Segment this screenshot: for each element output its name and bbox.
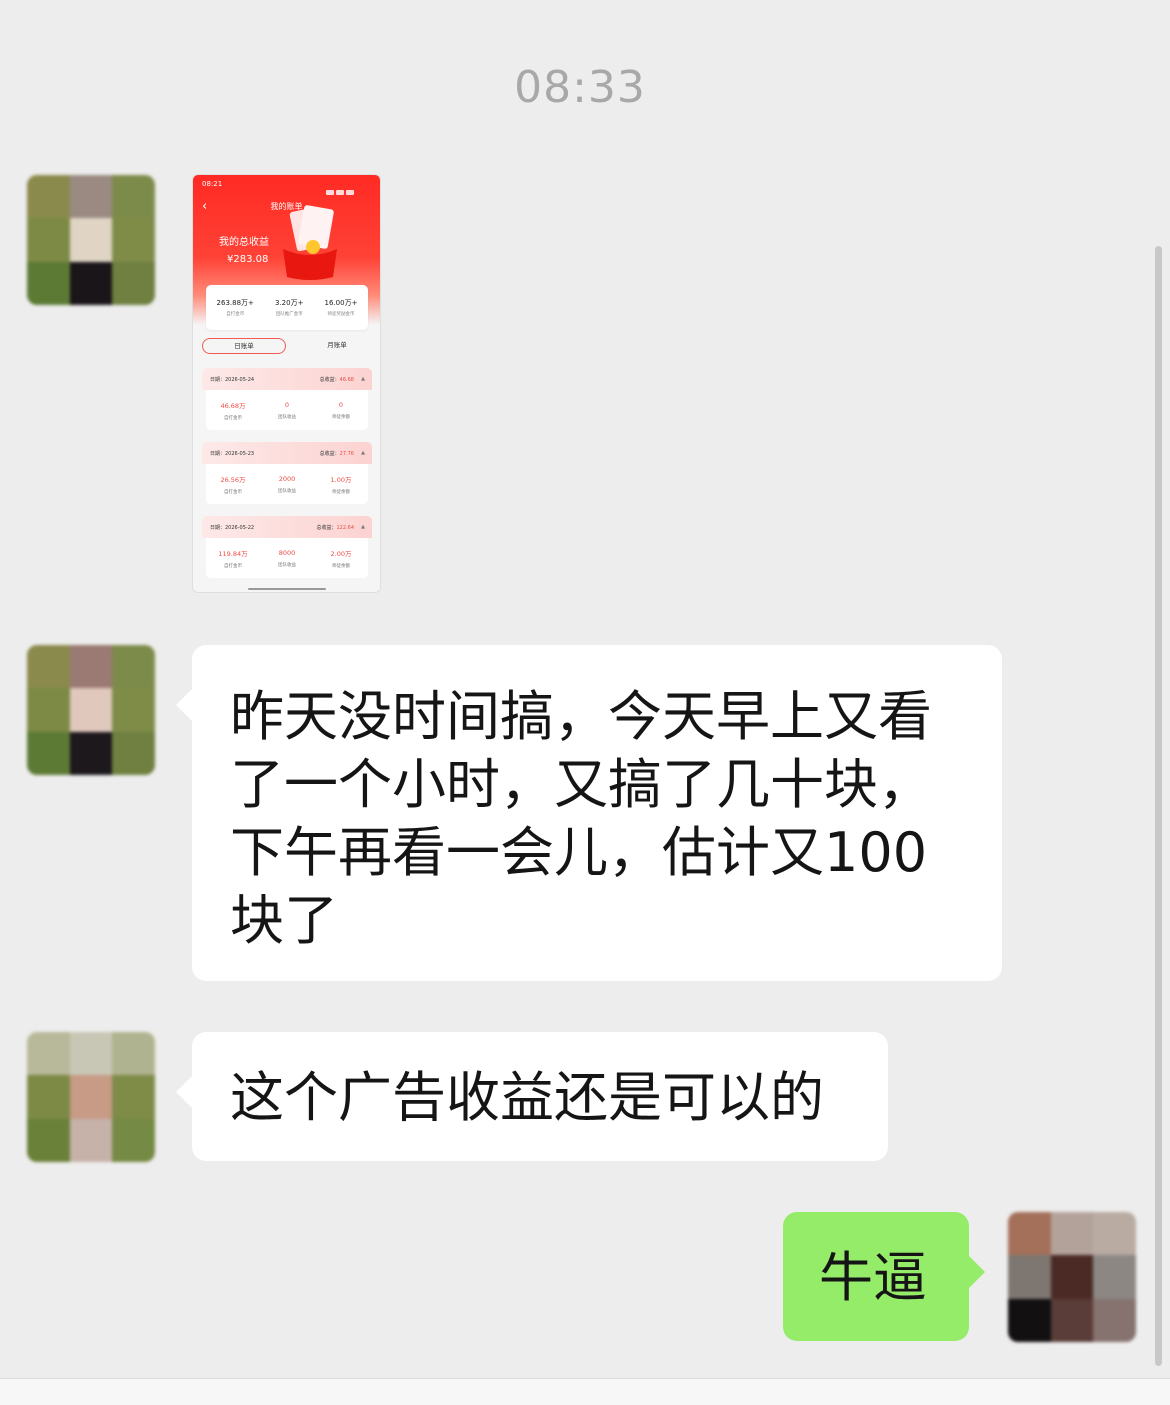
entry-total: 122.64: [336, 525, 355, 531]
cell-label: 师徒余额: [331, 489, 350, 495]
contact-avatar[interactable]: [27, 175, 155, 305]
screenshot-status-time: 08:21: [202, 180, 223, 188]
cell-label: 团队收益: [277, 414, 296, 420]
collapse-icon: ▲: [361, 376, 365, 382]
entry-total-label: 总收益：: [319, 377, 340, 383]
stat-value: 3.20万+: [275, 299, 304, 307]
shared-screenshot-image[interactable]: 08:21 ‹ 我的账单 我的总收益 ¥283.08 263.88万+ 自打金币 …: [192, 174, 381, 593]
red-envelope-money-icon: [283, 205, 337, 280]
my-avatar[interactable]: [1008, 1212, 1136, 1342]
cell-value: 2.00万: [330, 549, 352, 558]
cell-label: 自打金币: [223, 489, 242, 495]
cell-label: 师徒余额: [331, 414, 350, 420]
message-text: 牛逼: [819, 1246, 927, 1309]
cell-label: 自打金币: [223, 563, 242, 569]
message-line: 昨天没时间搞，今天早上又看: [230, 685, 932, 748]
stat-label: 自打金币: [226, 312, 245, 317]
daily-entry-card: 日期：2026-05-24 总收益：46.68 ▲ 46.68万 自打金币 0 团队收益…: [202, 368, 372, 434]
screenshot-stats-card: 263.88万+ 自打金币 3.20万+ 团队推广金币 16.00万+ 师徒奖励金币: [206, 285, 368, 330]
screenshot-tabs: 日账单 月账单: [202, 338, 372, 354]
screenshot-earnings-value: ¥283.08: [227, 254, 269, 265]
screenshot-home-indicator: [248, 588, 326, 590]
cell-label: 团队收益: [277, 562, 296, 568]
contact-avatar[interactable]: [27, 1032, 155, 1162]
screenshot-status-icons: [324, 180, 370, 195]
entry-total-label: 总收益：: [316, 525, 337, 531]
cell-label: 团队收益: [277, 488, 296, 494]
my-message-bubble[interactable]: 牛逼: [783, 1212, 985, 1341]
message-line: 块了: [230, 889, 338, 952]
cell-value: 8000: [278, 548, 296, 557]
screenshot-earnings-label: 我的总收益: [219, 237, 269, 248]
cell-value: 0: [338, 400, 344, 409]
message-timestamp: 08:33: [514, 62, 646, 113]
entry-date: 日期：2026-05-22: [210, 525, 255, 531]
contact-avatar[interactable]: [27, 645, 155, 775]
cell-value: 2000: [278, 474, 296, 483]
daily-entry-card: 日期：2026-05-22 总收益：122.64 ▲ 119.84万 自打金币 800…: [202, 516, 372, 582]
daily-entry-card: 日期：2026-05-23 总收益：27.76 ▲ 26.56万 自打金币 2000 团…: [202, 442, 372, 508]
cell-label: 自打金币: [223, 415, 242, 421]
collapse-icon: ▲: [361, 524, 365, 530]
stat-value: 263.88万+: [216, 299, 254, 307]
entry-date: 日期：2026-05-24: [210, 377, 255, 383]
message-line: 了一个小时，又搞了几十块，: [230, 753, 932, 816]
stat-value: 16.00万+: [324, 299, 358, 307]
entry-total: 27.76: [339, 451, 354, 457]
tab-monthly: 月账单: [327, 341, 347, 349]
entry-date: 日期：2026-05-23: [210, 451, 255, 457]
stat-label: 团队推广金币: [275, 312, 303, 317]
message-bubble[interactable]: 这个广告收益还是可以的: [176, 1032, 888, 1161]
cell-value: 1.00万: [330, 475, 352, 484]
cell-value: 0: [284, 400, 290, 409]
cell-value: 46.68万: [220, 401, 246, 410]
tab-daily: 日账单: [202, 338, 286, 354]
cell-value: 26.56万: [220, 475, 246, 484]
input-bar-edge: [0, 1378, 1170, 1405]
chat-scrollbar[interactable]: [1155, 246, 1162, 1366]
cell-label: 师徒余额: [331, 563, 350, 569]
entry-total: 46.68: [339, 377, 354, 383]
entry-total-label: 总收益：: [319, 451, 340, 457]
message-bubble[interactable]: 昨天没时间搞，今天早上又看 了一个小时，又搞了几十块， 下午再看一会儿，估计又1…: [176, 645, 1002, 981]
message-line: 下午再看一会儿，估计又100: [230, 821, 928, 884]
message-text: 这个广告收益还是可以的: [230, 1066, 824, 1129]
cell-value: 119.84万: [218, 549, 248, 558]
collapse-icon: ▲: [361, 450, 365, 456]
stat-label: 师徒奖励金币: [327, 312, 355, 317]
